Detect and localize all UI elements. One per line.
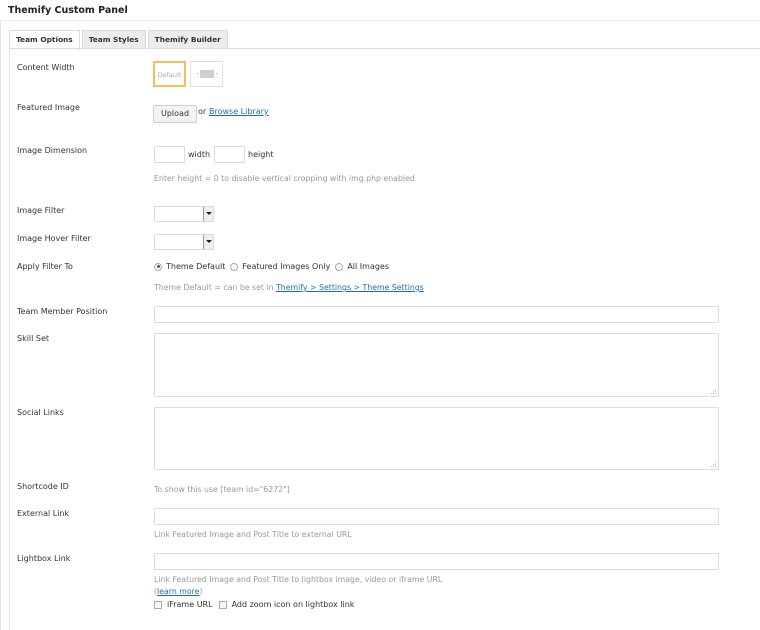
fullwidth-icon [200,70,214,78]
skill-set-label: Skill Set [17,334,50,343]
skill-set-textarea[interactable] [154,333,719,397]
checkbox-icon[interactable] [154,600,162,609]
resize-grip-icon[interactable] [711,389,717,395]
resize-grip-icon[interactable] [711,462,717,468]
radio-checked-icon[interactable] [154,262,162,271]
radio-icon[interactable] [335,262,344,271]
image-filter-label: Image Filter [17,206,65,215]
checkbox-icon[interactable] [218,600,227,609]
iframe-url-checkbox[interactable]: iFrame URL [154,600,213,609]
shortcode-id-label: Shortcode ID [17,482,69,491]
chevron-down-icon [203,235,213,249]
social-links-textarea[interactable] [154,407,719,470]
radio-featured-images-only[interactable]: Featured Images Only [230,262,330,271]
image-dimension-hint: Enter height = 0 to disable vertical cro… [154,174,415,183]
radio-all-images[interactable]: All Images [335,262,389,271]
external-link-label: External Link [17,509,70,518]
learn-more-wrapper: (learn more) [154,587,203,596]
image-height-input[interactable] [214,146,245,163]
height-label: height [248,150,274,159]
or-text: or [198,107,207,116]
paren-close: ) [199,587,203,596]
panel-header: Themify Custom Panel [0,0,760,21]
upload-button[interactable]: Upload [153,105,198,123]
panel-body: Team Options Team Styles Themify Builder [0,21,760,630]
content-width-label: Content Width [17,63,75,72]
tab-themify-builder[interactable]: Themify Builder [147,30,228,49]
lightbox-link-label: Lightbox Link [17,554,71,563]
content-width-default-text: Default [157,71,182,79]
content-width-fullwidth-option[interactable] [190,61,223,87]
tab-bar: Team Options Team Styles Themify Builder [9,30,230,50]
width-label: width [188,150,211,159]
tab-team-styles[interactable]: Team Styles [81,30,146,49]
external-link-input[interactable] [154,508,719,525]
shortcode-id-hint: To show this use [team id="6272"] [154,485,290,494]
theme-settings-link[interactable]: Themify > Settings > Theme Settings [276,283,424,292]
radio-featured-images-only-label: Featured Images Only [242,262,331,271]
image-hover-filter-label: Image Hover Filter [17,234,91,243]
team-member-position-label: Team Member Position [17,307,108,316]
browse-library-link[interactable]: Browse Library [209,107,269,116]
content-width-default-option[interactable]: Default [153,61,186,87]
chevron-down-icon [203,207,213,221]
radio-icon[interactable] [230,262,239,271]
radio-all-images-label: All Images [347,262,390,271]
featured-image-label: Featured Image [17,103,80,112]
lightbox-link-input[interactable] [154,553,719,570]
radio-theme-default-label: Theme Default [166,262,226,271]
arrow-left-icon [197,73,198,74]
social-links-label: Social Links [17,408,64,417]
learn-more-link[interactable]: learn more [157,587,199,596]
lightbox-checkbox-group: iFrame URL Add zoom icon on lightbox lin… [154,600,359,609]
apply-filter-to-label: Apply Filter To [17,262,73,271]
team-member-position-input[interactable] [154,306,719,323]
image-width-input[interactable] [154,146,185,163]
image-filter-select[interactable] [154,206,214,222]
radio-theme-default[interactable]: Theme Default [154,262,225,271]
external-link-hint: Link Featured Image and Post Title to ex… [154,530,352,539]
lightbox-link-hint: Link Featured Image and Post Title to li… [154,575,443,584]
image-hover-filter-select[interactable] [154,234,214,250]
apply-filter-hint: Theme Default = can be set in Themify > … [154,283,424,292]
iframe-url-label: iFrame URL [167,600,213,609]
apply-filter-hint-text: Theme Default = can be set in [154,283,274,292]
arrow-right-icon [216,73,217,74]
zoom-icon-checkbox[interactable]: Add zoom icon on lightbox link [218,600,355,609]
panel-title: Themify Custom Panel [8,5,128,16]
apply-filter-radio-group: Theme Default Featured Images Only All I… [154,262,394,271]
image-dimension-label: Image Dimension [17,146,88,155]
tab-team-options[interactable]: Team Options [9,30,80,50]
zoom-icon-label: Add zoom icon on lightbox link [231,600,355,609]
